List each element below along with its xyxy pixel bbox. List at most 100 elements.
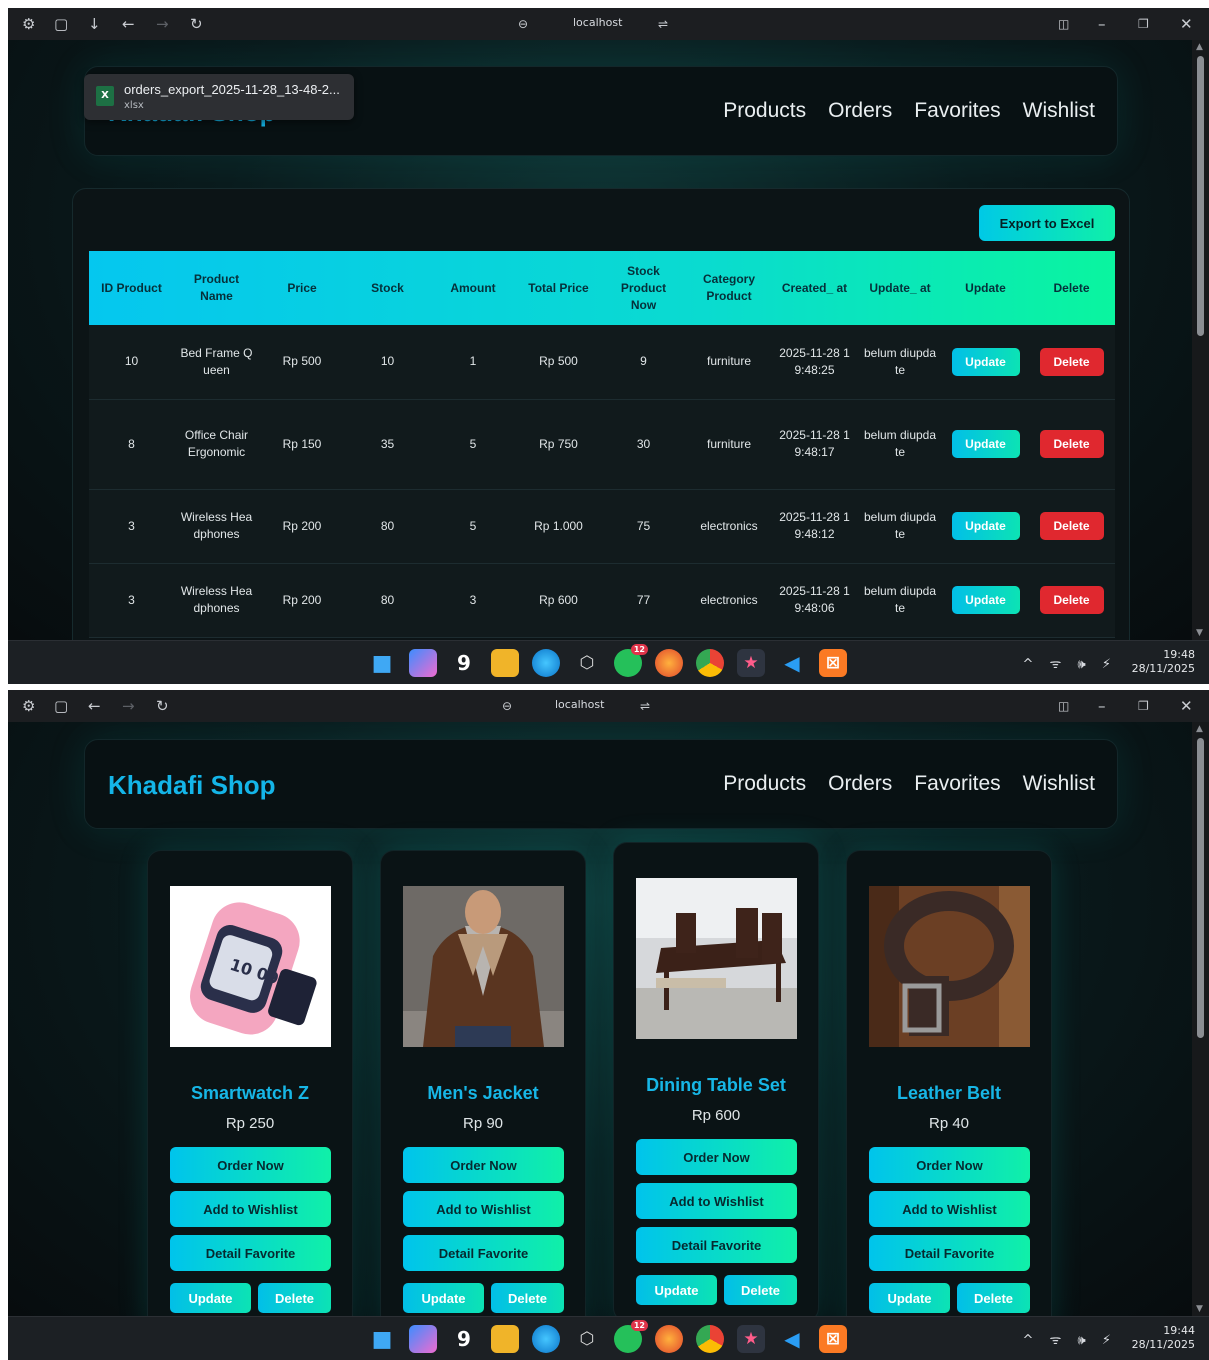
order-now-button[interactable]: Order Now	[170, 1147, 331, 1183]
clock[interactable]: 19:44 28/11/2025	[1132, 1324, 1195, 1352]
update-button[interactable]: Update	[951, 347, 1020, 376]
brand-logo[interactable]: Khadafi Shop	[108, 770, 276, 801]
update-button[interactable]: Update	[636, 1275, 717, 1305]
reload-icon[interactable]: ↻	[190, 14, 203, 34]
back-icon[interactable]: ←	[122, 14, 135, 34]
close-icon[interactable]: ✕	[1180, 696, 1193, 716]
nav-favorites[interactable]: Favorites	[914, 99, 1000, 123]
update-button[interactable]: Update	[403, 1283, 484, 1313]
nav-orders[interactable]: Orders	[828, 99, 892, 123]
restore-icon[interactable]: ❐	[1138, 14, 1149, 34]
page-scrollbar[interactable]: ▲ ▼	[1192, 722, 1209, 1316]
download-icon[interactable]: ↓	[88, 14, 101, 34]
order-now-button[interactable]: Order Now	[636, 1139, 797, 1175]
windows-start-icon[interactable]: ■	[368, 1325, 396, 1353]
scroll-down-arrow[interactable]: ▼	[1196, 1304, 1203, 1314]
add-to-wishlist-button[interactable]: Add to Wishlist	[403, 1191, 564, 1227]
nav-wishlist[interactable]: Wishlist	[1023, 99, 1095, 123]
delete-button[interactable]: Delete	[1039, 347, 1104, 376]
wrench-icon[interactable]: ⚙	[22, 696, 35, 716]
system-tray[interactable]: ^ ᯤ 🕪 ⚡	[1023, 654, 1117, 672]
vscode-icon[interactable]: ◀	[778, 649, 806, 677]
scroll-down-arrow[interactable]: ▼	[1196, 628, 1203, 638]
nav-orders[interactable]: Orders	[828, 772, 892, 796]
chrome-icon[interactable]	[696, 649, 724, 677]
cube-app-icon[interactable]: ⬡	[573, 649, 601, 677]
product-name[interactable]: Men's Jacket	[381, 1083, 585, 1104]
split-view-icon[interactable]: ◫	[1058, 14, 1069, 34]
site-settings-icon[interactable]: ⇌	[640, 696, 650, 716]
add-to-wishlist-button[interactable]: Add to Wishlist	[869, 1191, 1030, 1227]
star-app-icon[interactable]: ★	[737, 1325, 765, 1353]
split-view-icon[interactable]: ◫	[1058, 696, 1069, 716]
reload-icon[interactable]: ↻	[156, 696, 169, 716]
back-icon[interactable]: ←	[88, 696, 101, 716]
delete-button[interactable]: Delete	[1039, 430, 1104, 458]
product-image[interactable]	[636, 878, 797, 1039]
sidebar-icon[interactable]: ▢	[54, 696, 68, 716]
page-scrollbar[interactable]: ▲ ▼	[1192, 40, 1209, 640]
copilot-icon[interactable]	[409, 1325, 437, 1353]
delete-button[interactable]: Delete	[1039, 512, 1104, 540]
detail-favorite-button[interactable]: Detail Favorite	[869, 1235, 1030, 1271]
firefox-icon[interactable]	[655, 1325, 683, 1353]
firefox-icon[interactable]	[655, 649, 683, 677]
copilot-icon[interactable]	[409, 649, 437, 677]
order-now-button[interactable]: Order Now	[403, 1147, 564, 1183]
delete-button[interactable]: Delete	[724, 1275, 797, 1305]
windows-start-icon[interactable]: ■	[368, 649, 396, 677]
download-popup[interactable]: X orders_export_2025-11-28_13-48-2... xl…	[84, 74, 354, 120]
product-image[interactable]: 10 09	[170, 886, 331, 1047]
close-icon[interactable]: ✕	[1180, 14, 1193, 34]
edge-icon[interactable]	[532, 649, 560, 677]
nav-wishlist[interactable]: Wishlist	[1023, 772, 1095, 796]
wrench-icon[interactable]: ⚙	[22, 14, 35, 34]
update-button[interactable]: Update	[170, 1283, 251, 1313]
file-explorer-icon[interactable]	[491, 649, 519, 677]
update-button[interactable]: Update	[951, 512, 1020, 540]
9gag-icon[interactable]: 9	[450, 649, 478, 677]
detail-favorite-button[interactable]: Detail Favorite	[403, 1235, 564, 1271]
cube-app-icon[interactable]: ⬡	[573, 1325, 601, 1353]
whatsapp-icon[interactable]: 12	[614, 1320, 648, 1353]
system-tray[interactable]: ^ ᯤ 🕪 ⚡	[1023, 1330, 1117, 1348]
clock[interactable]: 19:48 28/11/2025	[1132, 648, 1195, 676]
scrollbar-thumb[interactable]	[1197, 738, 1204, 1038]
delete-button[interactable]: Delete	[1039, 586, 1104, 614]
add-to-wishlist-button[interactable]: Add to Wishlist	[636, 1183, 797, 1219]
chrome-icon[interactable]	[696, 1325, 724, 1353]
star-app-icon[interactable]: ★	[737, 649, 765, 677]
scroll-up-arrow[interactable]: ▲	[1196, 42, 1203, 52]
product-image[interactable]	[403, 886, 564, 1047]
scroll-up-arrow[interactable]: ▲	[1196, 724, 1203, 734]
product-image[interactable]	[869, 886, 1030, 1047]
file-explorer-icon[interactable]	[491, 1325, 519, 1353]
detail-favorite-button[interactable]: Detail Favorite	[636, 1227, 797, 1263]
product-name[interactable]: Smartwatch Z	[148, 1083, 352, 1104]
whatsapp-icon[interactable]: 12	[614, 644, 648, 677]
vscode-icon[interactable]: ◀	[778, 1325, 806, 1353]
xampp-icon[interactable]: ⊠	[819, 1325, 847, 1353]
order-now-button[interactable]: Order Now	[869, 1147, 1030, 1183]
site-settings-icon[interactable]: ⇌	[658, 14, 668, 34]
xampp-icon[interactable]: ⊠	[819, 649, 847, 677]
delete-button[interactable]: Delete	[491, 1283, 564, 1313]
product-name[interactable]: Dining Table Set	[614, 1075, 818, 1096]
minimize-icon[interactable]: –	[1098, 14, 1106, 34]
add-to-wishlist-button[interactable]: Add to Wishlist	[170, 1191, 331, 1227]
nav-products[interactable]: Products	[723, 772, 806, 796]
scrollbar-thumb[interactable]	[1197, 56, 1204, 336]
sidebar-icon[interactable]: ▢	[54, 14, 68, 34]
product-name[interactable]: Leather Belt	[847, 1083, 1051, 1104]
url-text[interactable]: localhost	[555, 698, 604, 711]
export-excel-button[interactable]: Export to Excel	[979, 205, 1115, 241]
update-button[interactable]: Update	[869, 1283, 950, 1313]
edge-icon[interactable]	[532, 1325, 560, 1353]
nav-favorites[interactable]: Favorites	[914, 772, 1000, 796]
delete-button[interactable]: Delete	[258, 1283, 331, 1313]
nav-products[interactable]: Products	[723, 99, 806, 123]
update-button[interactable]: Update	[951, 430, 1020, 458]
url-text[interactable]: localhost	[573, 16, 622, 29]
9gag-icon[interactable]: 9	[450, 1325, 478, 1353]
minimize-icon[interactable]: –	[1098, 696, 1106, 716]
